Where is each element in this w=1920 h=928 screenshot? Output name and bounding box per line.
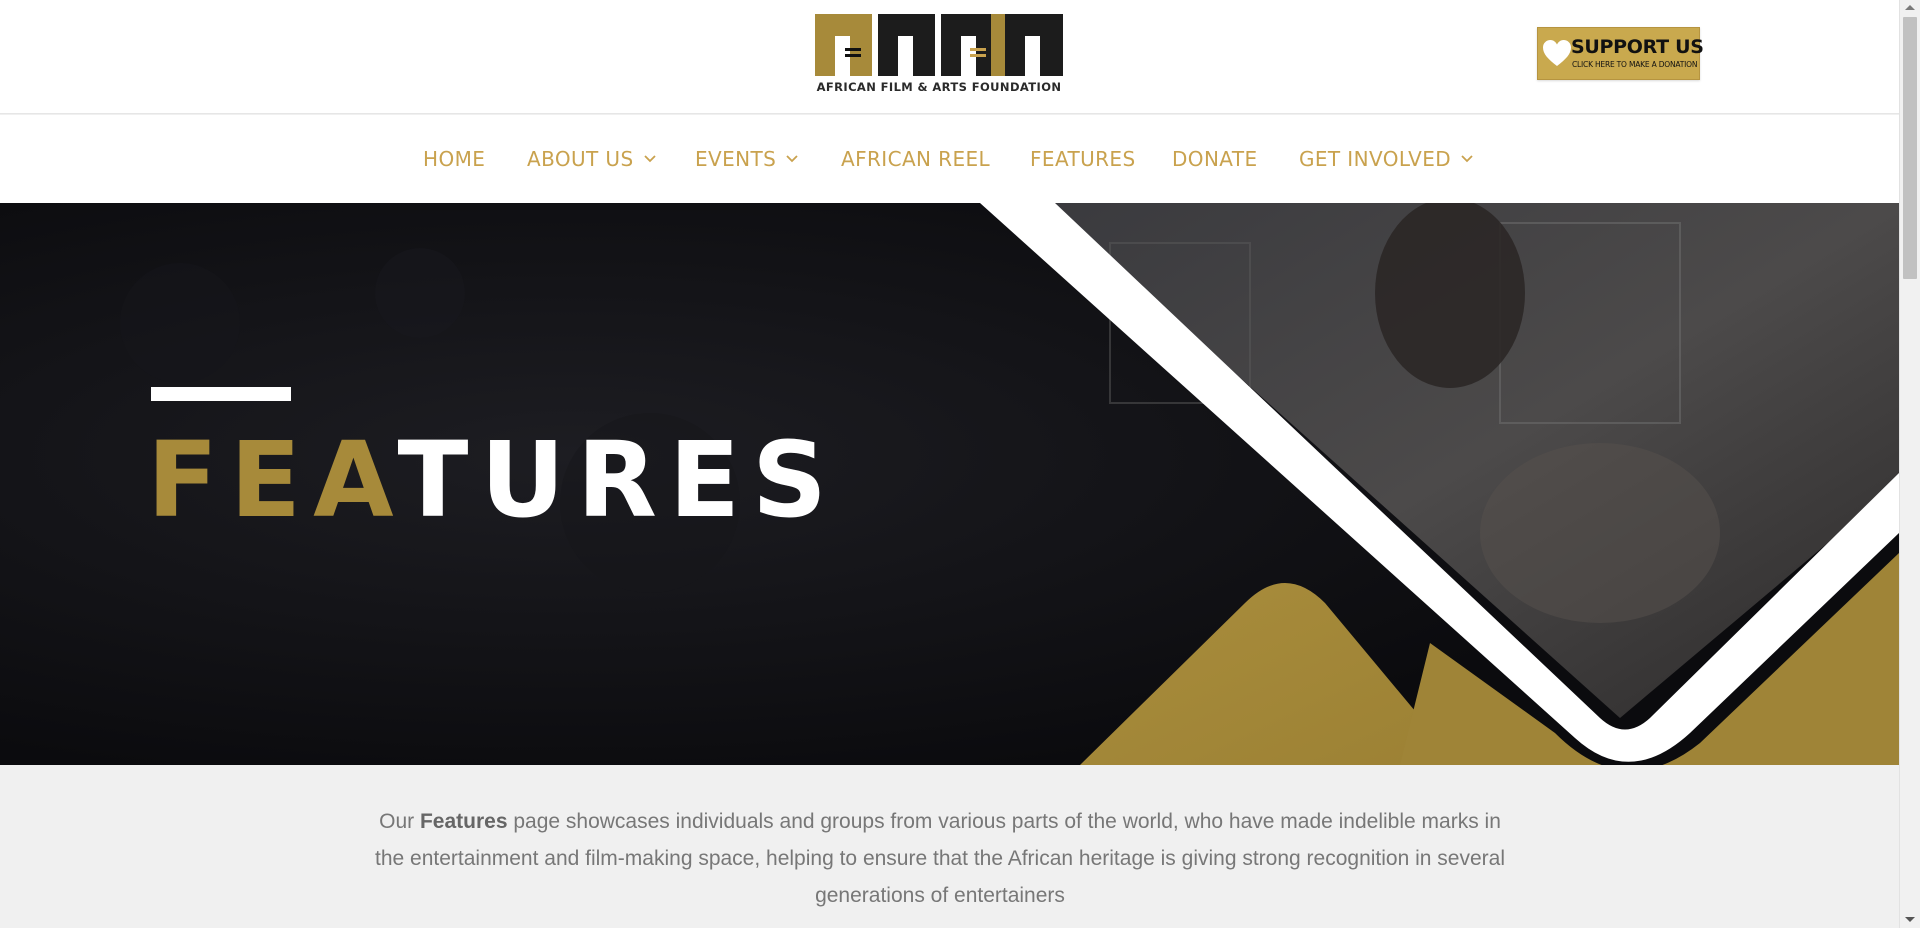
main-nav: HOME ABOUT US EVENTS AFRICAN REEL FEATUR… — [0, 115, 1899, 203]
heart-icon — [1543, 40, 1571, 66]
page-title: FEATURES — [147, 425, 839, 535]
hero-banner: FEATURES — [0, 203, 1899, 765]
page-scrollbar[interactable] — [1899, 0, 1920, 928]
nav-item-label: FEATURES — [1030, 147, 1136, 171]
nav-item-about-us[interactable]: ABOUT US — [527, 143, 656, 175]
support-us-button[interactable]: SUPPORT US CLICK HERE TO MAKE A DONATION — [1537, 27, 1704, 80]
page-title-highlight: FEA — [147, 419, 398, 541]
hero-accent-bar — [151, 387, 291, 401]
site-logo[interactable]: AFRICAN FILM & ARTS FOUNDATION — [813, 14, 1065, 94]
site-header: AFRICAN FILM & ARTS FOUNDATION SUPPORT U… — [0, 0, 1899, 114]
page-title-rest: TURES — [397, 419, 839, 541]
nav-item-features[interactable]: FEATURES — [1030, 143, 1136, 175]
nav-item-home[interactable]: HOME — [423, 143, 485, 175]
logo-text: AFRICAN FILM & ARTS FOUNDATION — [816, 80, 1062, 94]
logo-mark — [815, 14, 1063, 76]
nav-item-african-reel[interactable]: AFRICAN REEL — [841, 143, 990, 175]
intro-prefix: Our — [379, 810, 420, 833]
chevron-down-icon — [786, 155, 798, 163]
nav-item-label: AFRICAN REEL — [841, 147, 991, 171]
nav-item-label: ABOUT US — [527, 147, 634, 171]
support-us-title: SUPPORT US — [1571, 36, 1704, 58]
scroll-up-arrow-icon[interactable] — [1905, 4, 1915, 11]
scroll-down-arrow-icon[interactable] — [1905, 916, 1915, 923]
nav-item-events[interactable]: EVENTS — [695, 143, 798, 175]
intro-bold: Features — [419, 810, 508, 833]
support-us-subtitle: CLICK HERE TO MAKE A DONATION — [1572, 60, 1698, 69]
chevron-down-icon — [643, 155, 656, 163]
chevron-down-icon — [1461, 155, 1473, 163]
nav-item-label: HOME — [423, 147, 486, 171]
nav-item-label: EVENTS — [695, 147, 777, 171]
nav-item-get-involved[interactable]: GET INVOLVED — [1299, 143, 1473, 175]
features-intro: Our Features page showcases individuals … — [370, 803, 1510, 914]
nav-item-label: GET INVOLVED — [1299, 147, 1452, 171]
nav-item-donate[interactable]: DONATE — [1172, 143, 1258, 175]
scrollbar-thumb[interactable] — [1903, 17, 1917, 279]
nav-item-label: DONATE — [1172, 147, 1258, 171]
intro-suffix: page showcases individuals and groups fr… — [375, 810, 1505, 907]
